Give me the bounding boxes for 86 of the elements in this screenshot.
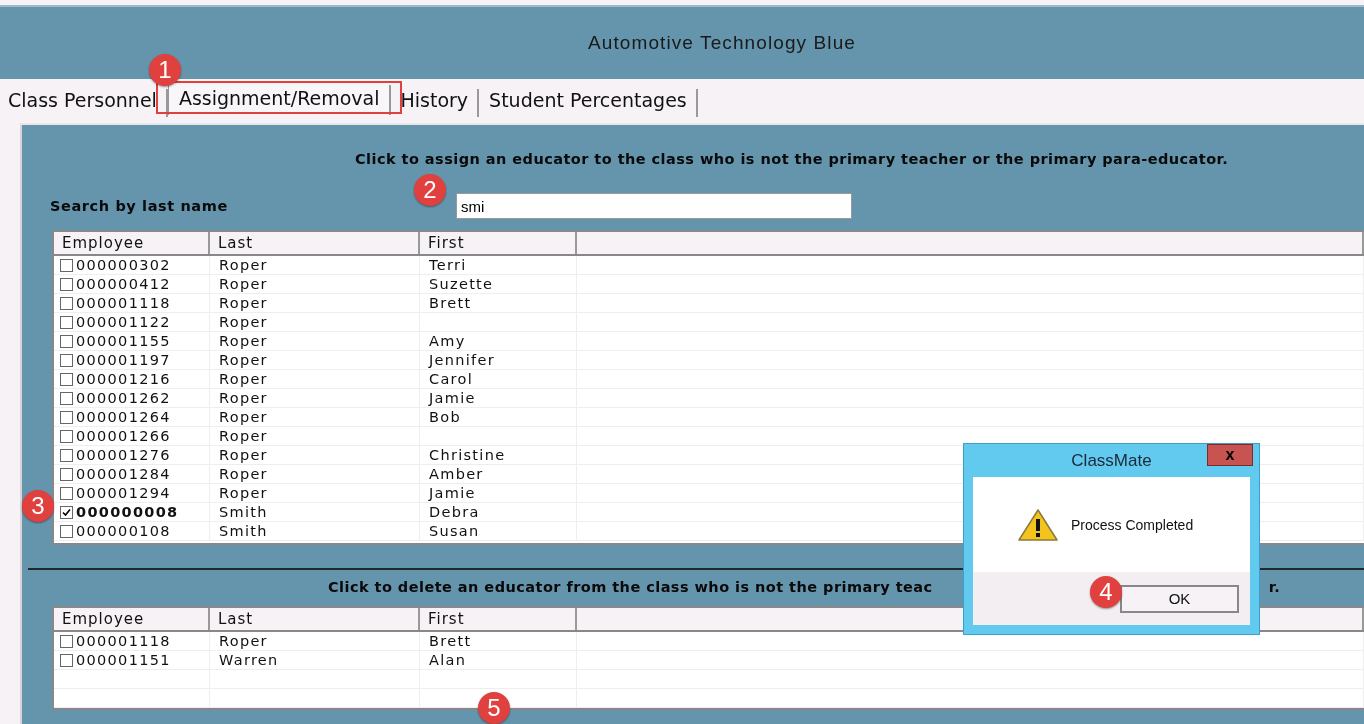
table-cell: Roper [210,465,420,483]
table-cell: Susan [420,522,577,540]
table-cell: Roper [210,256,420,274]
ok-button[interactable]: OK [1120,584,1239,613]
window-title: Automotive Technology Blue [588,32,856,54]
table-cell: Jamie [420,389,577,407]
table-cell: Roper [210,446,420,464]
instruction-text: Click to delete an educator from the class who is not the primary teac [328,579,933,595]
tab[interactable]: Assignment/Removal [167,85,391,115]
table-cell: Roper [210,313,420,331]
warning-icon [1017,507,1059,542]
table-cell: 000000412 [54,275,210,293]
checkbox[interactable] [60,258,73,272]
instruction-text: r. [1268,579,1281,595]
table-cell: Jennifer [420,351,577,369]
checkbox[interactable] [60,653,73,667]
table-cell: Roper [210,484,420,502]
table-cell: Roper [210,427,420,445]
table-cell: 000001284 [54,465,210,483]
checkbox[interactable] [60,353,73,367]
search-field[interactable]: smi [456,193,852,219]
table-cell: 000001262 [54,389,210,407]
table-cell: Jamie [420,484,577,502]
checkbox[interactable] [60,486,73,500]
checkbox[interactable] [60,448,73,462]
column-header[interactable]: Employee [54,608,210,630]
dialog-title: ClassMate [1071,450,1152,471]
checkbox[interactable] [60,524,73,538]
table-cell: 000000008 [54,503,210,521]
table-cell: 000001122 [54,313,210,331]
checkbox[interactable] [60,277,73,291]
table-cell: Terri [420,256,577,274]
checkbox[interactable] [60,634,73,648]
table-cell: 000000108 [54,522,210,540]
table-cell: Brett [420,632,577,650]
checkbox[interactable] [60,505,73,519]
table-cell: Carol [420,370,577,388]
table-cell: 000001216 [54,370,210,388]
table-cell: 000001118 [54,294,210,312]
table-cell: Smith [210,503,420,521]
table-cell: Roper [210,408,420,426]
table-cell: 000001266 [54,427,210,445]
tab[interactable]: History [390,89,480,117]
table-cell: Roper [210,351,420,369]
table-cell: 000001151 [54,651,210,669]
table-cell: Roper [210,294,420,312]
dialog-message: Process Completed [1071,516,1194,533]
table-cell: 000001264 [54,408,210,426]
checkbox[interactable] [60,410,73,424]
table-cell: Amy [420,332,577,350]
table-cell: 000001118 [54,632,210,650]
column-header[interactable]: First [420,608,577,630]
column-header[interactable]: First [420,232,577,254]
table-cell: Alan [420,651,577,669]
table-cell: 000000302 [54,256,210,274]
close-button[interactable]: x [1207,444,1253,466]
table-cell: Amber [420,465,577,483]
checkbox[interactable] [60,429,73,443]
tab[interactable]: Student Percentages [479,89,698,117]
table-cell: Roper [210,275,420,293]
table-cell: Christine [420,446,577,464]
table-cell: Brett [420,294,577,312]
table-cell: 000001197 [54,351,210,369]
table-cell: Roper [210,632,420,650]
checkbox[interactable] [60,467,73,481]
checkbox[interactable] [60,334,73,348]
column-header[interactable]: Last [210,608,420,630]
table-cell: Smith [210,522,420,540]
table-cell: Roper [210,370,420,388]
checkbox[interactable] [60,372,73,386]
table-cell: Debra [420,503,577,521]
table-cell: 000001294 [54,484,210,502]
checkbox[interactable] [60,391,73,405]
checkbox[interactable] [60,296,73,310]
table-cell: Bob [420,408,577,426]
table-cell: 000001276 [54,446,210,464]
table-cell: 000001155 [54,332,210,350]
table-cell: Roper [210,332,420,350]
instruction-text: Click to assign an educator to the class who is not the primary teacher or the primary para-educator. [354,151,1230,167]
search-label: Search by last name [50,198,229,214]
column-header[interactable]: Employee [54,232,210,254]
table-cell: Warren [210,651,420,669]
table-cell: Suzette [420,275,577,293]
column-header[interactable]: Last [210,232,420,254]
checkbox[interactable] [60,315,73,329]
table-cell: Roper [210,389,420,407]
